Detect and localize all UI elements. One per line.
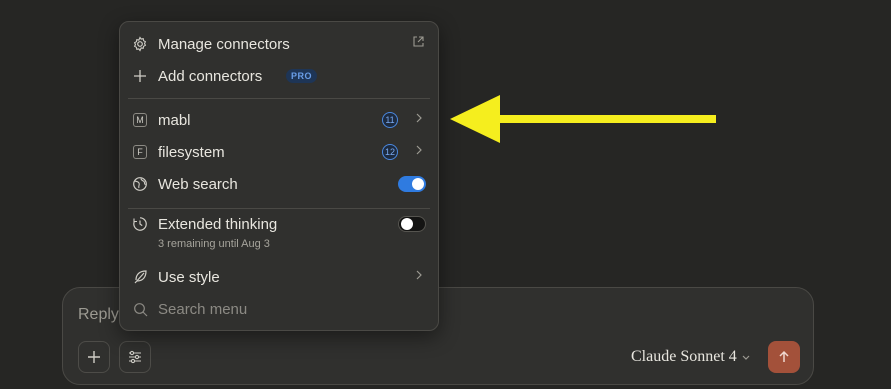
feather-icon xyxy=(131,268,149,286)
menu-divider xyxy=(128,98,430,99)
extended-thinking-toggle[interactable] xyxy=(398,216,426,232)
chevron-right-icon xyxy=(414,111,424,129)
send-button[interactable] xyxy=(768,341,800,373)
tools-menu-button[interactable] xyxy=(119,341,151,373)
model-name: Claude Sonnet 4 xyxy=(631,348,737,365)
search-menu-placeholder: Search menu xyxy=(158,300,248,318)
gear-icon xyxy=(131,35,149,53)
add-connectors-item[interactable]: Add connectors PRO xyxy=(120,60,438,92)
clock-icon xyxy=(131,215,149,233)
extended-thinking-quota: 3 remaining until Aug 3 xyxy=(158,238,270,250)
chevron-right-icon xyxy=(414,143,424,161)
model-selector[interactable]: Claude Sonnet 4 xyxy=(631,348,751,366)
connector-label: filesystem xyxy=(158,143,225,161)
extended-thinking-item[interactable]: Extended thinking xyxy=(120,208,438,240)
use-style-item[interactable]: Use style xyxy=(120,261,438,293)
tools-dropdown-menu: Manage connectors Add connectors PRO M m… xyxy=(119,21,439,331)
plus-icon xyxy=(131,67,149,85)
search-icon xyxy=(131,300,149,318)
manage-connectors-item[interactable]: Manage connectors xyxy=(120,28,438,60)
web-search-toggle[interactable] xyxy=(398,176,426,192)
use-style-label: Use style xyxy=(158,268,220,286)
manage-connectors-label: Manage connectors xyxy=(158,35,290,53)
connector-logo-icon: F xyxy=(131,143,149,161)
connector-item-filesystem[interactable]: F filesystem 12 xyxy=(120,136,438,168)
annotation-arrow-icon xyxy=(450,95,716,143)
connector-item-mabl[interactable]: M mabl 11 xyxy=(120,104,438,136)
connector-label: mabl xyxy=(158,111,191,129)
pro-badge: PRO xyxy=(286,69,318,83)
connector-logo-icon: M xyxy=(131,111,149,129)
plus-icon xyxy=(88,351,100,363)
tool-count-badge: 11 xyxy=(382,112,398,128)
add-connectors-label: Add connectors xyxy=(158,67,263,85)
external-link-icon xyxy=(412,35,425,53)
reply-input-placeholder[interactable]: Reply xyxy=(78,306,119,324)
globe-icon xyxy=(131,175,149,193)
chevron-down-icon xyxy=(742,355,750,360)
extended-thinking-label: Extended thinking xyxy=(158,215,278,233)
arrow-up-icon xyxy=(779,350,789,362)
chevron-right-icon xyxy=(414,268,424,286)
tool-count-badge: 12 xyxy=(382,144,398,160)
web-search-item[interactable]: Web search xyxy=(120,168,438,200)
sliders-icon xyxy=(129,350,141,364)
add-attachment-button[interactable] xyxy=(78,341,110,373)
search-menu-input[interactable]: Search menu xyxy=(120,293,438,325)
web-search-label: Web search xyxy=(158,175,238,193)
